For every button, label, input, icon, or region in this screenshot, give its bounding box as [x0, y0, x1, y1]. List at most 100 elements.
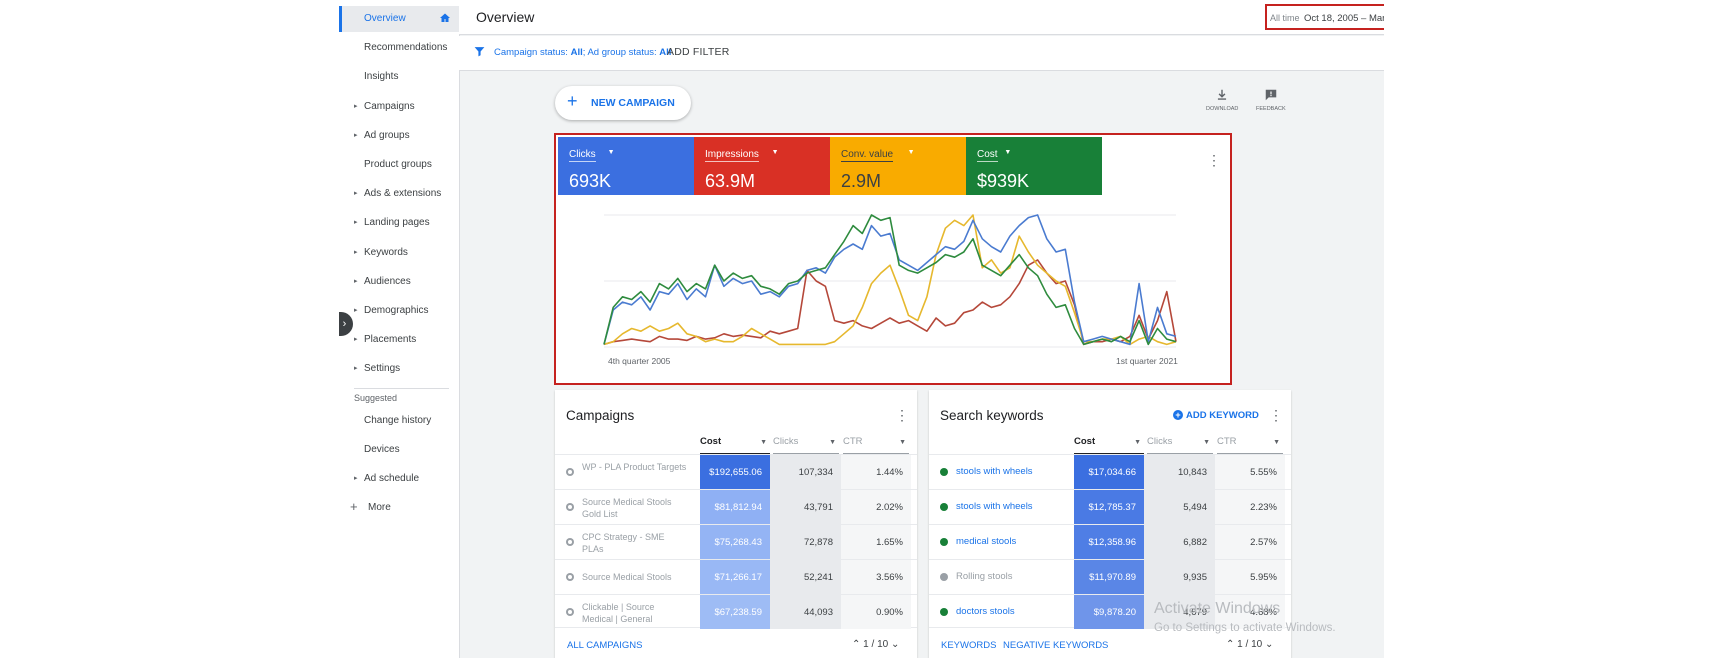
- keywords-col-ctr[interactable]: CTR ▼: [1217, 436, 1283, 454]
- table-row[interactable]: Rolling stools $11,970.89 9,935 5.95%: [929, 559, 1291, 594]
- filter-icon[interactable]: [473, 45, 486, 58]
- table-row[interactable]: CPC Strategy - SME PLAs $75,268.43 72,878 1…: [555, 524, 917, 559]
- cost-cell: $75,268.43: [700, 525, 770, 559]
- sidebar-item-keywords[interactable]: ▸ Keywords: [339, 240, 459, 266]
- cost-cell: $12,785.37: [1074, 490, 1144, 524]
- row-name[interactable]: stools with wheels: [956, 501, 1061, 513]
- add-filter-button[interactable]: ADD FILTER: [667, 46, 729, 58]
- adgroup-status-label: ; Ad group status:: [582, 47, 660, 58]
- col-cost-label: Cost: [1074, 436, 1096, 447]
- row-name[interactable]: Clickable | Source Medical | General: [582, 601, 687, 625]
- sidebar-item-devices[interactable]: Devices: [339, 437, 459, 463]
- campaigns-col-clicks[interactable]: Clicks ▼: [773, 436, 839, 454]
- campaigns-page: 1 / 10: [863, 639, 889, 650]
- table-row[interactable]: Clickable | Source Medical | General $67,…: [555, 594, 917, 629]
- date-range-picker[interactable]: All time Oct 18, 2005 – Mar 5, 2021 ▼: [1265, 4, 1384, 30]
- campaigns-more-icon[interactable]: ⋮: [895, 408, 909, 422]
- keywords-link[interactable]: KEYWORDS: [941, 640, 996, 651]
- row-name[interactable]: doctors stools: [956, 606, 1061, 618]
- sidebar-item-more[interactable]: + More: [339, 495, 459, 521]
- sidebar-item-recommendations[interactable]: Recommendations: [339, 35, 459, 61]
- sidebar-item-product-groups[interactable]: Product groups: [339, 152, 459, 178]
- row-name[interactable]: Source Medical Stools Gold List: [582, 496, 687, 520]
- ctr-cell: 5.95%: [1215, 560, 1285, 594]
- clicks-cell: 5,494: [1144, 490, 1215, 524]
- sidebar-item-ads-extensions[interactable]: ▸ Ads & extensions: [339, 181, 459, 207]
- status-dot-icon: [940, 503, 948, 511]
- x-axis-start-label: 4th quarter 2005: [608, 356, 671, 366]
- sidebar-item-audiences[interactable]: ▸ Audiences: [339, 269, 459, 295]
- status-dot-icon: [566, 538, 574, 546]
- download-button[interactable]: DOWNLOAD: [1206, 88, 1238, 112]
- campaigns-col-ctr[interactable]: CTR ▼: [843, 436, 909, 454]
- filter-bar: Campaign status: All; Ad group status: A…: [459, 36, 1384, 71]
- sidebar-item-ad-groups[interactable]: ▸ Ad groups: [339, 123, 459, 149]
- col-cost-label: Cost: [700, 436, 722, 447]
- keywords-more-icon[interactable]: ⋮: [1269, 408, 1283, 422]
- sidebar-item-landing-pages[interactable]: ▸ Landing pages: [339, 210, 459, 236]
- keywords-col-clicks[interactable]: Clicks ▼: [1147, 436, 1213, 454]
- cost-cell: $12,358.96: [1074, 525, 1144, 559]
- sidebar-item-label: Keywords: [364, 246, 408, 258]
- campaigns-pager[interactable]: ⌃ 1 / 10 ⌄: [852, 639, 899, 650]
- sidebar-item-label: Product groups: [364, 159, 432, 170]
- new-campaign-button[interactable]: + NEW CAMPAIGN: [555, 86, 691, 120]
- campaigns-title: Campaigns: [566, 408, 635, 423]
- sidebar-item-settings[interactable]: ▸ Settings: [339, 356, 459, 382]
- table-row[interactable]: medical stools $12,358.96 6,882 2.57%: [929, 524, 1291, 559]
- all-campaigns-link[interactable]: ALL CAMPAIGNS: [567, 640, 643, 651]
- clicks-cell: 72,878: [770, 525, 841, 559]
- table-row[interactable]: Source Medical Stools Gold List $81,812.9…: [555, 489, 917, 524]
- x-axis-end-label: 1st quarter 2021: [1116, 356, 1178, 366]
- clicks-cell: 107,334: [770, 455, 841, 489]
- cost-cell: $192,655.06: [700, 455, 770, 489]
- table-row[interactable]: stools with wheels $17,034.66 10,843 5.55%: [929, 454, 1291, 489]
- status-dot-icon: [566, 503, 574, 511]
- sidebar-item-ad-schedule[interactable]: ▸ Ad schedule: [339, 466, 459, 492]
- sidebar-item-label: Campaigns: [364, 100, 415, 112]
- row-name[interactable]: medical stools: [956, 536, 1061, 548]
- status-dot-icon: [940, 468, 948, 476]
- sidebar-item-demographics[interactable]: ▸ Demographics: [339, 298, 459, 324]
- feedback-button[interactable]: FEEDBACK: [1256, 88, 1286, 112]
- table-row[interactable]: stools with wheels $12,785.37 5,494 2.23%: [929, 489, 1291, 524]
- sort-icon: ▼: [760, 439, 767, 446]
- sidebar-item-label: Change history: [364, 415, 432, 426]
- sort-icon: ▼: [829, 439, 836, 446]
- row-name[interactable]: stools with wheels: [956, 466, 1061, 478]
- clicks-cell: 6,882: [1144, 525, 1215, 559]
- row-name[interactable]: WP - PLA Product Targets: [582, 461, 687, 473]
- campaigns-col-cost[interactable]: Cost ▼: [700, 436, 770, 454]
- sidebar-item-placements[interactable]: ▸ Placements: [339, 327, 459, 353]
- row-name[interactable]: CPC Strategy - SME PLAs: [582, 531, 687, 555]
- sidebar-item-overview[interactable]: Overview: [339, 6, 459, 32]
- add-keyword-label: ADD KEYWORD: [1186, 410, 1259, 421]
- campaign-status-label: Campaign status:: [494, 47, 571, 58]
- feedback-label: FEEDBACK: [1256, 106, 1286, 112]
- performance-line-chart: [603, 214, 1177, 348]
- sidebar-section-suggested: Suggested: [354, 393, 398, 403]
- clicks-cell: 52,241: [770, 560, 841, 594]
- negative-keywords-link[interactable]: NEGATIVE KEYWORDS: [1003, 640, 1108, 651]
- row-name[interactable]: Rolling stools: [956, 571, 1061, 583]
- series-line-impressions: [603, 259, 1177, 346]
- sidebar-item-campaigns[interactable]: ▸ Campaigns: [339, 94, 459, 120]
- sidebar-item-label: Ad groups: [364, 129, 410, 141]
- col-clicks-label: Clicks: [1147, 436, 1173, 447]
- keywords-col-cost[interactable]: Cost ▼: [1074, 436, 1144, 454]
- table-row[interactable]: Source Medical Stools $71,266.17 52,241 3.5…: [555, 559, 917, 594]
- sidebar-item-insights[interactable]: Insights: [339, 64, 459, 90]
- keywords-pager[interactable]: ⌃ 1 / 10 ⌄: [1226, 639, 1273, 650]
- sidebar-item-label: Insights: [364, 71, 399, 83]
- sidebar-item-label: Devices: [364, 444, 400, 455]
- ctr-cell: 3.56%: [841, 560, 911, 594]
- expand-caret-icon: ▸: [354, 307, 358, 314]
- expand-caret-icon: ▸: [354, 277, 358, 285]
- add-keyword-button[interactable]: + ADD KEYWORD: [1173, 410, 1259, 421]
- row-name[interactable]: Source Medical Stools: [582, 571, 687, 583]
- active-filters[interactable]: Campaign status: All; Ad group status: A…: [494, 47, 671, 58]
- campaigns-footer: ALL CAMPAIGNS ⌃ 1 / 10 ⌄: [555, 627, 917, 658]
- sidebar-item-change-history[interactable]: Change history: [339, 408, 459, 434]
- download-label: DOWNLOAD: [1206, 106, 1239, 112]
- table-row[interactable]: WP - PLA Product Targets $192,655.06 107,3…: [555, 454, 917, 489]
